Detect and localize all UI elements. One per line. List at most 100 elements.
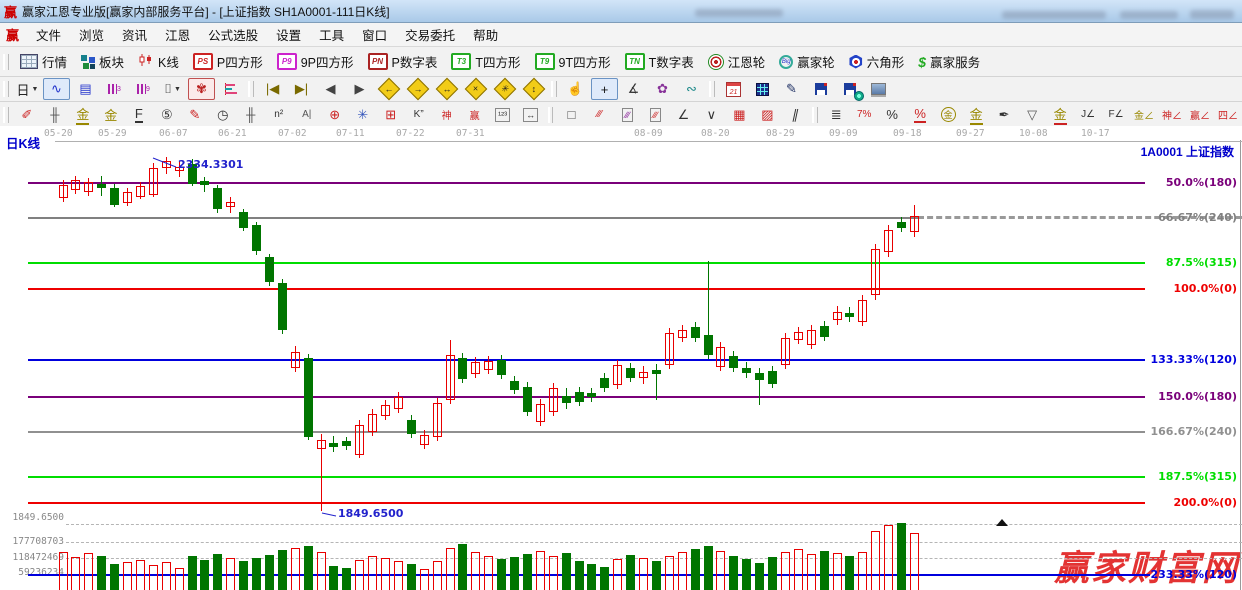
tool-button-crosshair[interactable]: + — [591, 78, 618, 100]
tool-button-pan-hand[interactable]: ☝ — [562, 78, 589, 100]
tool-button-circle-cross[interactable]: ⊕ — [321, 104, 348, 126]
menu-item-browse[interactable]: 浏览 — [70, 27, 113, 45]
tool-button-calendar[interactable]: 21 — [720, 78, 747, 100]
calculator-icon — [756, 83, 769, 96]
tool-button-gold-circle[interactable]: 金 — [935, 104, 962, 126]
tool-button-cup-pattern[interactable]: ▽ — [1019, 104, 1046, 126]
candle-body — [136, 186, 145, 197]
tool-button-ying-angle[interactable]: 赢∠ — [1187, 104, 1214, 126]
tool-button-ink-pen[interactable]: ✒ — [991, 104, 1018, 126]
tool-button-remote-pc[interactable] — [865, 78, 892, 100]
tool-button-diamond-left[interactable]: ← — [375, 78, 402, 100]
tool-button-ornament-tool[interactable]: ✿ — [649, 78, 676, 100]
window-controls-blurred[interactable] — [1190, 10, 1234, 19]
tool-button-angle-rays[interactable]: ∠ — [670, 104, 697, 126]
tool-button-percent-z[interactable]: 7% — [851, 104, 878, 126]
tool-button-si-angle[interactable]: 四∠ — [1215, 104, 1242, 126]
tool-button-level-chart[interactable]: ≣ — [823, 104, 850, 126]
tool-button-tick-ruler[interactable]: ╫ — [41, 104, 68, 126]
tool-button-period-day-dropdown[interactable]: 日▼ — [14, 78, 41, 100]
toolbar-button-9t-square[interactable]: T99T四方形 — [528, 50, 618, 73]
tool-button-f-ruler[interactable]: F — [125, 104, 152, 126]
menu-item-formula-stock-pick[interactable]: 公式选股 — [199, 27, 267, 45]
tool-button-parallel-lines[interactable]: ∥ — [780, 104, 812, 126]
tool-button-mirror-a[interactable]: A| — [293, 104, 320, 126]
tool-button-pattern-overlay[interactable]: ✾ — [188, 78, 215, 100]
tool-button-tick-ruler-2[interactable]: ╫ — [237, 104, 264, 126]
toolbar-button-winner-service[interactable]: $赢家服务 — [911, 50, 987, 73]
tool-button-gold-gann[interactable]: 金 — [97, 104, 124, 126]
toolbar-button-t-number-table[interactable]: TNT数字表 — [618, 50, 701, 73]
tool-button-wave-lines[interactable]: ∨ — [698, 104, 725, 126]
toolbar-button-quotes[interactable]: 行情 — [13, 50, 74, 73]
tool-button-scribble-tool[interactable]: ∾ — [678, 78, 705, 100]
toolbar-button-p-number-table[interactable]: PNP数字表 — [361, 50, 445, 73]
toolbar-button-9p-square[interactable]: P99P四方形 — [270, 50, 361, 73]
menu-item-window[interactable]: 窗口 — [353, 27, 396, 45]
menu-item-news[interactable]: 资讯 — [113, 27, 156, 45]
toolbar-button-gann-wheel[interactable]: 江恩轮 — [701, 50, 773, 73]
tool-button-gold-level[interactable]: 金 — [963, 104, 990, 126]
tool-button-diamond-star[interactable]: ✳ — [491, 78, 518, 100]
tool-button-time-cycle-clock[interactable]: ◷ — [209, 104, 236, 126]
tool-button-zigzag-view[interactable]: ∿ — [43, 78, 70, 100]
toolbar-button-p-square[interactable]: PSP四方形 — [186, 50, 270, 73]
tool-button-calculator[interactable] — [749, 78, 776, 100]
tool-button-step-forward[interactable]: ▶ — [346, 78, 373, 100]
tool-button-grid-arrow[interactable]: ▨ — [754, 104, 781, 126]
tool-button-diamond-right[interactable]: → — [404, 78, 431, 100]
tool-button-shen-angle[interactable]: 神∠ — [1159, 104, 1186, 126]
tool-button-bars-9[interactable]: 9 — [130, 78, 157, 100]
tool-button-f-angle[interactable]: F∠ — [1103, 104, 1130, 126]
tool-button-diamond-vertical[interactable]: ↕ — [520, 78, 547, 100]
tool-button-diamond-cross[interactable]: × — [462, 78, 489, 100]
volume-bar — [355, 560, 364, 590]
tool-button-fan-lines[interactable]: ∕∕∕ — [586, 104, 613, 126]
tool-button-diamond-horizontal[interactable]: ↔ — [433, 78, 460, 100]
tool-button-save-disk[interactable] — [807, 78, 834, 100]
tool-button-jump-last[interactable]: ▶| — [288, 78, 315, 100]
tool-button-save-web[interactable] — [836, 78, 863, 100]
tool-button-grid-tool[interactable]: ▦ — [726, 104, 753, 126]
tool-button-gold-red-level[interactable]: 金 — [1047, 104, 1074, 126]
tool-button-pen-tool[interactable]: ✐ — [13, 104, 40, 126]
chart-area[interactable]: 日K线 1A0001 上证指数 赢家财富网 05-2005-2906-0706-… — [0, 126, 1242, 590]
tool-button-percent[interactable]: % — [879, 104, 906, 126]
tool-button-fan-box-red[interactable]: ∕∕∕ — [642, 104, 669, 126]
toolbar-button-winner-wheel[interactable]: Big赢家轮 — [772, 50, 842, 73]
tool-button-step-back[interactable]: ◀ — [317, 78, 344, 100]
menu-item-settings[interactable]: 设置 — [267, 27, 310, 45]
tool-button-angle-measure[interactable]: ∡ — [620, 78, 647, 100]
menu-item-gann[interactable]: 江恩 — [156, 27, 199, 45]
tool-button-shen-tool[interactable]: 神 — [433, 104, 460, 126]
toolbar-button-kline[interactable]: K线 — [131, 50, 186, 73]
tool-button-memo-edit[interactable]: ✎ — [778, 78, 805, 100]
tool-button-j-angle[interactable]: J∠ — [1075, 104, 1102, 126]
tool-button-n-squared[interactable]: n² — [265, 104, 292, 126]
tool-button-jump-first[interactable]: |◀ — [259, 78, 286, 100]
tool-button-pen-tool-2[interactable]: ✎ — [181, 104, 208, 126]
tool-button-rect-tool[interactable]: □ — [558, 104, 585, 126]
tool-button-info-panel[interactable]: ▤ — [72, 78, 99, 100]
tool-button-web-box[interactable]: ⊞ — [377, 104, 404, 126]
toolbar-button-t-square[interactable]: T3T四方形 — [444, 50, 527, 73]
tool-button-ying-tool[interactable]: 赢 — [461, 104, 488, 126]
toolbar-button-hexagon[interactable]: 六角形 — [842, 50, 912, 73]
menu-item-trade-entrust[interactable]: 交易委托 — [396, 27, 464, 45]
tool-button-gold-gann-lines[interactable]: 金 — [69, 104, 96, 126]
menu-item-help[interactable]: 帮助 — [464, 27, 507, 45]
menu-item-file[interactable]: 文件 — [27, 27, 70, 45]
tool-button-gold-angle[interactable]: 金∠ — [1131, 104, 1158, 126]
tool-button-bars-3[interactable]: 3 — [101, 78, 128, 100]
tool-button-volume-profile[interactable] — [217, 78, 244, 100]
tool-button-fan-box-purple[interactable]: ∕∕∕ — [614, 104, 641, 126]
tool-button-candle-style-dropdown[interactable]: ⌷▼ — [159, 78, 186, 100]
tool-button-ruler-123[interactable]: ¹²³ — [489, 104, 516, 126]
toolbar-button-sectors[interactable]: 板块 — [74, 50, 131, 73]
tool-button-percent-line[interactable]: % — [907, 104, 934, 126]
tool-button-spiral-five[interactable]: ⑤ — [153, 104, 180, 126]
tool-button-width-span[interactable]: ↔ — [517, 104, 544, 126]
menu-item-tools[interactable]: 工具 — [310, 27, 353, 45]
tool-button-gann-web[interactable]: ✳ — [349, 104, 376, 126]
tool-button-k-mark[interactable]: K” — [405, 104, 432, 126]
